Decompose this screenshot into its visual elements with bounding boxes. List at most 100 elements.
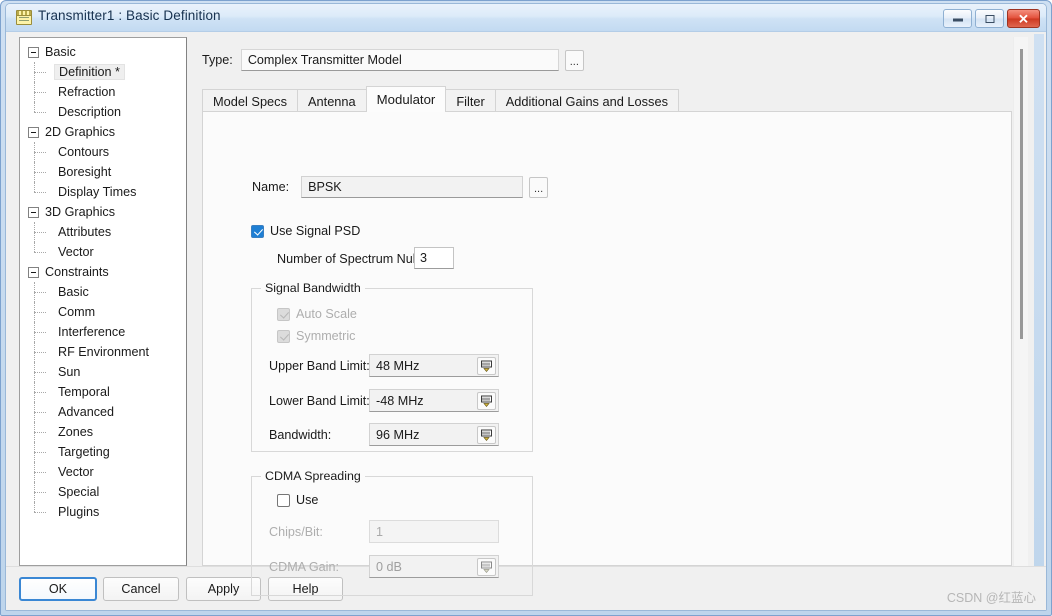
tree-item-label: Targeting (58, 445, 110, 459)
tab-model-specs[interactable]: Model Specs (202, 89, 298, 112)
content-panel: Type: Complex Transmitter Model ... Mode… (196, 37, 1012, 596)
tree-item-refraction[interactable]: Refraction (20, 82, 186, 102)
ok-button[interactable]: OK (19, 577, 97, 601)
tree-item-vector[interactable]: Vector (20, 242, 186, 262)
tab-filter[interactable]: Filter (445, 89, 496, 112)
unit-selector-icon[interactable] (477, 357, 496, 375)
tree-item-interference[interactable]: Interference (20, 322, 186, 342)
window-inner: Transmitter1 : Basic Definition ✕ Basic D… (5, 3, 1047, 611)
tree-item-sun[interactable]: Sun (20, 362, 186, 382)
collapse-expander-icon[interactable] (28, 46, 39, 58)
tree-item-display-times[interactable]: Display Times (20, 182, 186, 202)
tab-antenna[interactable]: Antenna (296, 89, 367, 112)
name-input[interactable]: BPSK (301, 176, 524, 198)
tree-item-label: RF Environment (58, 345, 149, 359)
cdma-use-checkbox[interactable]: Use (277, 493, 318, 507)
tree-item-label: Basic (58, 285, 89, 299)
use-signal-psd-checkbox[interactable]: Use Signal PSD (251, 224, 360, 238)
upper-band-limit-value: 48 MHz (376, 358, 420, 373)
tree-item-label: Constraints (45, 265, 109, 279)
tree-item-temporal[interactable]: Temporal (20, 382, 186, 402)
tree-item-label: Refraction (58, 85, 116, 99)
tree-item-basic[interactable]: Basic (20, 282, 186, 302)
tree-item-label: Plugins (58, 505, 100, 519)
tree-item-attributes[interactable]: Attributes (20, 222, 186, 242)
watermark-text: CSDN @红蓝心 (946, 591, 1036, 605)
close-button[interactable]: ✕ (1007, 9, 1040, 28)
cdma-use-label: Use (296, 493, 319, 507)
tree-item-contours[interactable]: Contours (20, 142, 186, 162)
tree-item-basic[interactable]: Basic (20, 42, 186, 62)
tree-item-label: Vector (58, 245, 94, 259)
apply-button[interactable]: Apply (186, 577, 261, 601)
minimize-button[interactable] (943, 9, 972, 28)
cdma-spreading-group: CDMA Spreading Use Chips/Bit: 1 CDMA Gai… (251, 469, 533, 596)
tree-item-description[interactable]: Description (20, 102, 186, 122)
tree-item-label: 3D Graphics (45, 205, 115, 219)
type-input[interactable]: Complex Transmitter Model (240, 49, 559, 71)
collapse-expander-icon[interactable] (28, 126, 39, 138)
tree-item-label: Boresight (58, 165, 112, 179)
tree-item-vector[interactable]: Vector (20, 462, 186, 482)
tab-strip: Model Specs Antenna Modulator Filter Additio… (202, 86, 1012, 112)
navigation-tree-panel[interactable]: Basic Definition * Refraction Description 2D… (19, 37, 187, 566)
tree-item-label: Temporal (58, 385, 110, 399)
chips-per-bit-label: Chips/Bit: (269, 525, 323, 539)
tree-item-constraints[interactable]: Constraints (20, 262, 186, 282)
collapse-expander-icon[interactable] (28, 206, 39, 218)
bandwidth-value: 96 MHz (376, 427, 420, 442)
tree-item-label: Special (58, 485, 100, 499)
tree-item-targeting[interactable]: Targeting (20, 442, 186, 462)
bandwidth-label: Bandwidth: (269, 428, 332, 442)
bandwidth-input[interactable]: 96 MHz (369, 423, 499, 446)
cdma-gain-value: 0 dB (376, 559, 402, 574)
tree-item-boresight[interactable]: Boresight (20, 162, 186, 182)
unit-selector-icon (477, 558, 496, 576)
maximize-button[interactable] (975, 9, 1004, 28)
checkbox-unchecked-icon (277, 493, 290, 507)
panel-splitter[interactable] (188, 37, 194, 566)
content-vertical-scrollbar[interactable] (1013, 37, 1028, 566)
window-right-edge (1034, 34, 1044, 608)
tree-item-2d-graphics[interactable]: 2D Graphics (20, 122, 186, 142)
cancel-button[interactable]: Cancel (103, 577, 179, 601)
lower-band-limit-input[interactable]: -48 MHz (369, 389, 499, 412)
tab-panel-modulator: Name: BPSK ... Use Signal PSD Number of … (202, 111, 1012, 596)
tab-additional-gains-and-losses[interactable]: Additional Gains and Losses (494, 89, 679, 112)
collapse-expander-icon[interactable] (28, 266, 39, 278)
tree-item-3d-graphics[interactable]: 3D Graphics (20, 202, 186, 222)
maximize-icon (985, 14, 994, 23)
type-row: Type: Complex Transmitter Model ... (202, 49, 584, 71)
application-window: Transmitter1 : Basic Definition ✕ Basic D… (0, 0, 1052, 616)
signal-bandwidth-group: Signal Bandwidth Auto Scale Symmetric Up… (251, 281, 533, 452)
tree-item-comm[interactable]: Comm (20, 302, 186, 322)
window-title: Transmitter1 : Basic Definition (38, 8, 221, 23)
tree-item-definition[interactable]: Definition * (20, 62, 186, 82)
tab-label: Antenna (307, 93, 356, 109)
tree-item-advanced[interactable]: Advanced (20, 402, 186, 422)
tree-item-special[interactable]: Special (20, 482, 186, 502)
lower-band-limit-value: -48 MHz (376, 393, 424, 408)
tree-item-plugins[interactable]: Plugins (20, 502, 186, 522)
symmetric-checkbox[interactable]: Symmetric (277, 329, 355, 343)
spectrum-nulls-input[interactable]: 3 (414, 247, 454, 269)
cdma-gain-input: 0 dB (369, 555, 499, 578)
tree-item-rf-environment[interactable]: RF Environment (20, 342, 186, 362)
checkbox-checked-disabled-icon (277, 307, 290, 321)
type-browse-button[interactable]: ... (564, 49, 584, 71)
tab-label: Filter (456, 93, 485, 109)
type-label: Type: (202, 53, 233, 67)
symmetric-label: Symmetric (296, 329, 356, 343)
unit-selector-icon[interactable] (477, 392, 496, 410)
window-controls: ✕ (943, 9, 1040, 28)
tree-item-label: Zones (58, 425, 94, 439)
upper-band-limit-input[interactable]: 48 MHz (369, 354, 499, 377)
tab-modulator[interactable]: Modulator (365, 86, 447, 112)
tab-label: Modulator (376, 92, 436, 107)
tree-item-zones[interactable]: Zones (20, 422, 186, 442)
tree-item-label: Basic (45, 45, 76, 59)
auto-scale-checkbox[interactable]: Auto Scale (277, 307, 357, 321)
unit-selector-icon[interactable] (477, 426, 496, 444)
name-browse-button[interactable]: ... (529, 176, 549, 198)
scrollbar-thumb[interactable] (1020, 49, 1023, 339)
